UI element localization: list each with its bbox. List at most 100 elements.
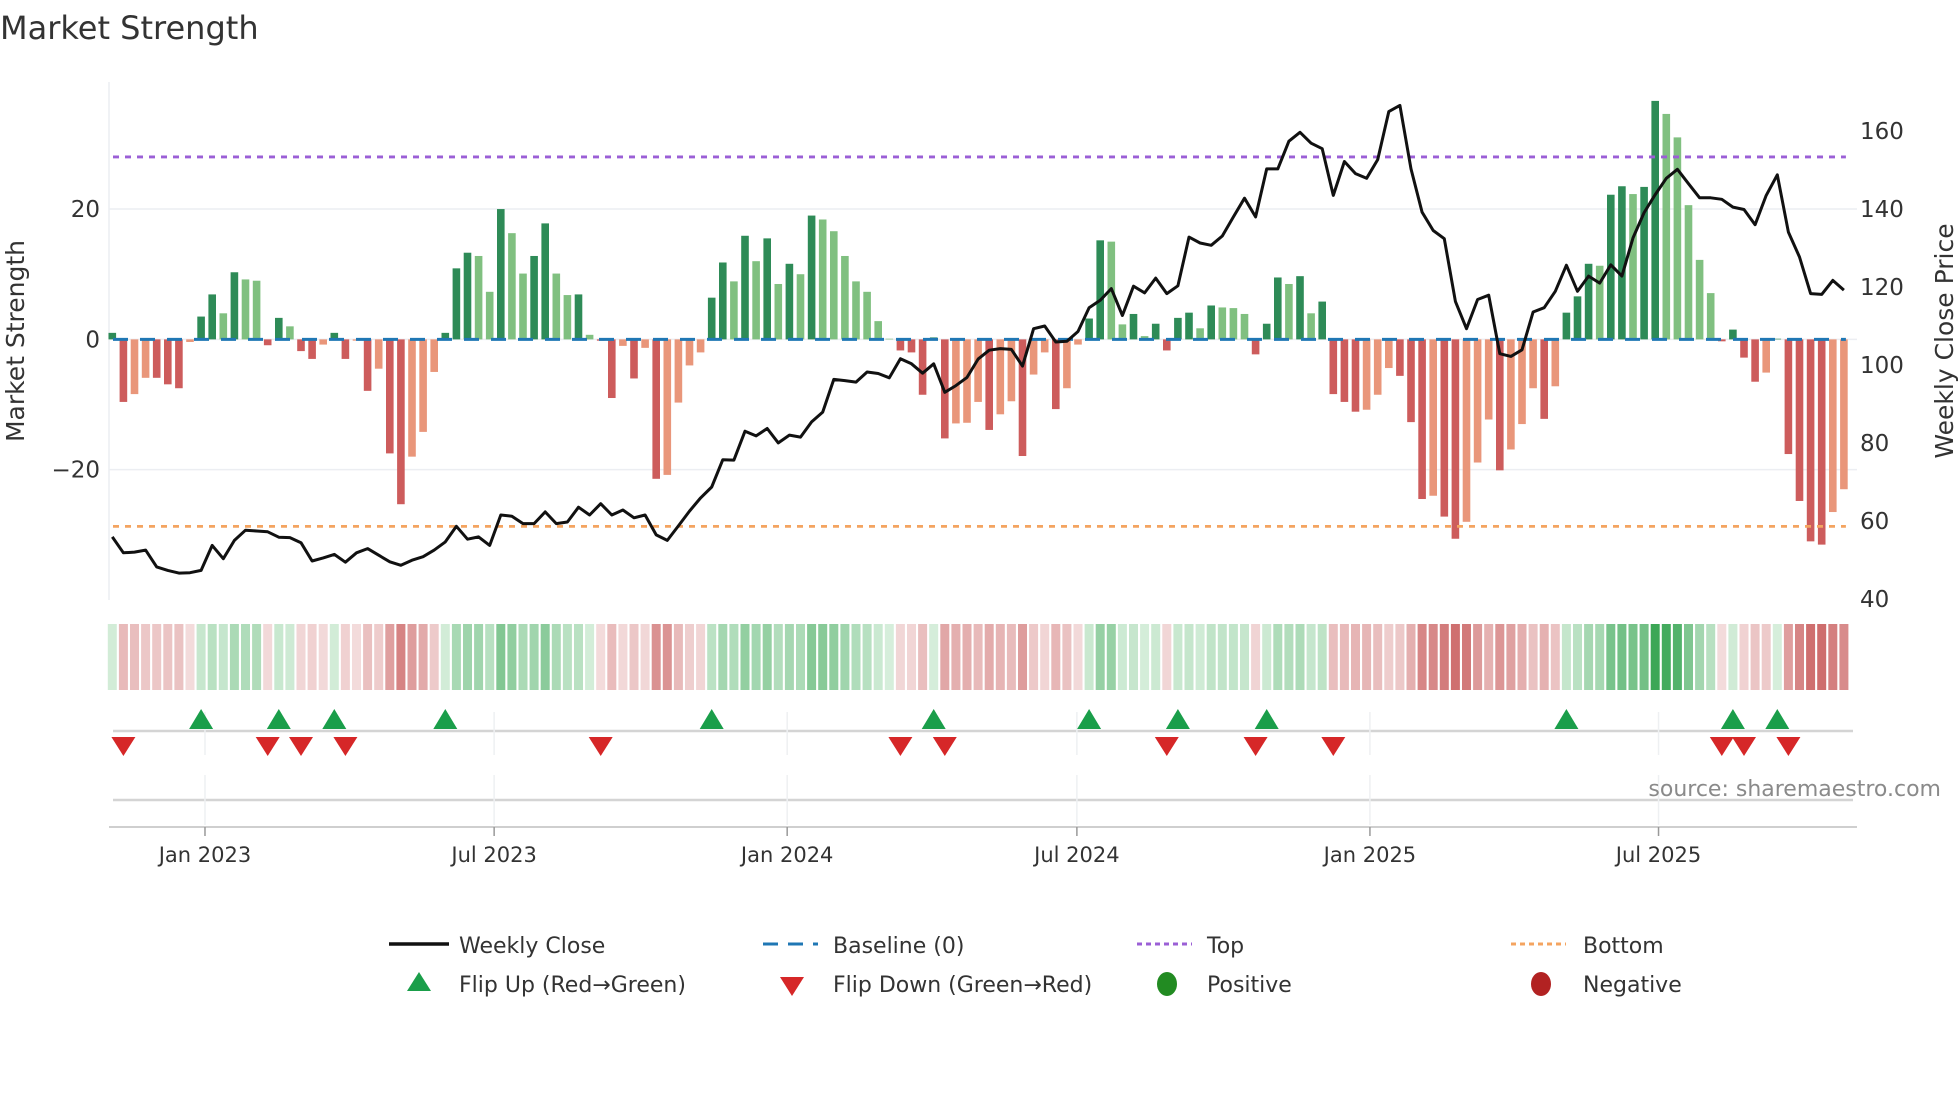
heat-strip-cell [1495,624,1505,690]
heat-strip-cell [252,624,262,690]
strength-bar [863,291,871,340]
heat-strip-cell [884,624,894,690]
heat-strip-cell [1129,624,1138,690]
legend-item-flip-down: Flip Down (Green→Red) [780,973,1092,998]
right-tick-label: 80 [1860,431,1889,457]
strength-bar [918,339,927,395]
flip-markers [111,709,1801,756]
heat-strip-cell [1684,624,1693,690]
x-tick-label: Jan 2025 [1322,843,1417,867]
legend-label: Bottom [1583,934,1664,959]
strength-bar [818,219,827,340]
heat-strip-cell [1117,624,1127,690]
heat-strip-cell [363,624,373,690]
strength-bar [1229,308,1238,340]
strength-bar [663,339,672,475]
heat-strip-cell [762,624,772,690]
strength-bar [974,339,982,402]
flip-up-marker [266,709,291,729]
strength-bar [1651,100,1659,340]
strength-bar [130,339,139,395]
strength-bar [1473,339,1482,463]
heat-strip-cell [1550,624,1560,690]
heat-strip-cell [1195,624,1205,690]
heat-strip-cell [640,624,650,690]
flip-up-marker [189,709,214,729]
strength-heat-strip [107,624,1849,690]
heat-strip-cell [807,624,817,690]
strength-bar [674,339,683,403]
heat-strip-cell [1761,624,1771,690]
strength-bar [1784,339,1793,455]
strength-bar [641,339,649,348]
heat-strip-cell [1251,624,1261,690]
legend-label: Negative [1583,973,1682,998]
heat-strip-cell [1062,624,1072,690]
heat-strip-cell [1373,624,1383,690]
legend-label: Positive [1207,973,1292,998]
strength-bar [1684,205,1693,340]
heat-strip-cell [1295,624,1305,690]
strength-bar [519,273,527,340]
strength-bar [996,339,1005,415]
strength-bar [1540,339,1548,419]
heat-strip-cell [1018,624,1027,690]
heat-strip-cell [1772,624,1782,690]
heat-strip-cell [562,624,572,690]
right-axis-label: Weekly Close Price [1930,223,1959,458]
heat-strip-cell [773,624,783,690]
heat-strip-cell [1739,624,1749,690]
heat-strip-cell [1439,624,1449,690]
heat-strip-cell [1417,624,1427,690]
heat-strip-cell [329,624,339,690]
strength-bar [907,339,916,353]
strength-bar [885,338,894,340]
legend-label: Flip Down (Green→Red) [833,973,1092,998]
heat-strip-cell [1539,624,1549,690]
heat-strip-cell [1695,624,1705,690]
strength-bar [1418,339,1426,500]
heat-strip-cell [1706,624,1716,690]
heat-strip-cell [995,624,1005,690]
strength-bar [1063,339,1071,389]
strength-bar [1573,296,1582,340]
strength-bar [752,261,760,340]
heat-strip-cell [929,624,939,690]
heat-strip-cell [1828,624,1838,690]
strength-bar [175,339,183,389]
strength-bar [1196,328,1204,340]
heat-strip-cell [918,624,928,690]
strength-bar [1318,301,1326,340]
strength-bar [1451,339,1460,539]
strength-bar [785,263,794,340]
strength-bar [197,316,205,340]
strength-bar [830,231,838,340]
heat-strip-cell [196,624,206,690]
flip-down-marker [255,737,280,756]
heat-strip-cell [1240,624,1249,690]
heat-strip-cell [1073,624,1083,690]
legend-item-flip-up: Flip Up (Red→Green) [407,972,686,998]
heat-strip-cell [340,624,350,690]
strength-bar [263,339,272,346]
circle-icon [1531,972,1551,996]
heat-strip-cell [696,624,706,690]
heat-strip-cell [596,624,606,690]
strength-bar [1429,339,1437,496]
strength-bar [1274,277,1282,340]
strength-bar [230,272,239,340]
heat-strip-cell [385,624,395,690]
flip-up-marker [1165,709,1190,729]
flip-up-marker [1765,709,1790,729]
heat-strip-cell [540,624,550,690]
triangle-down-icon [780,977,804,996]
heat-strip-cell [1506,624,1516,690]
heat-strip-cell [352,624,361,690]
legend-item-baseline: Baseline (0) [763,934,964,959]
heat-strip-cell [1217,624,1227,690]
strength-bar [796,274,805,340]
strength-bar [530,255,538,340]
heat-strip-cell [418,624,428,690]
strength-bar [419,339,427,432]
heat-strip-cell [1328,624,1338,690]
